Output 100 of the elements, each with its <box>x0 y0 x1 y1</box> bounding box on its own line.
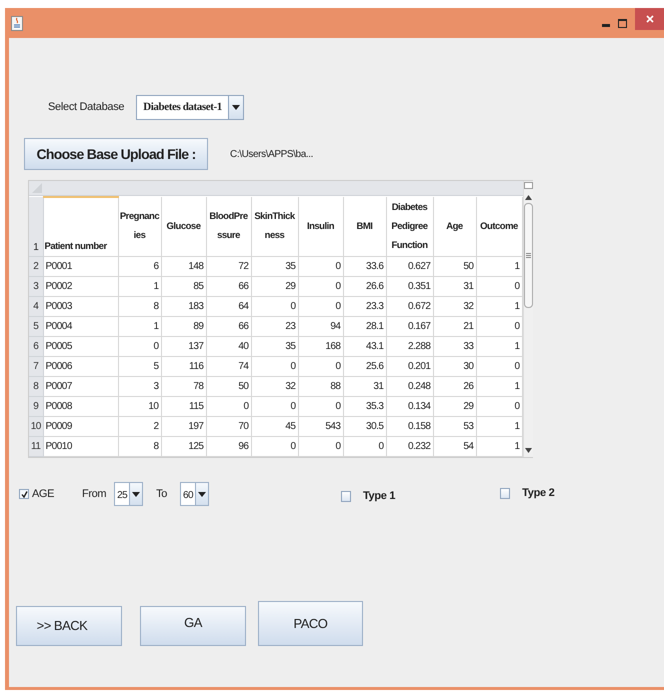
minimize-icon[interactable] <box>602 24 610 28</box>
row-number: 11 <box>29 436 43 456</box>
to-dropdown[interactable]: 60 <box>180 482 209 506</box>
column-header[interactable]: Patient number <box>43 196 118 256</box>
checkbox[interactable] <box>500 488 510 498</box>
table-cell: 0.201 <box>386 356 433 376</box>
dropdown-arrow-icon <box>198 492 206 496</box>
table-cell: 0 <box>251 356 298 376</box>
row-number: 9 <box>29 396 43 416</box>
table-cell: 0.134 <box>386 396 433 416</box>
table-cell: 53 <box>433 416 476 436</box>
column-header[interactable]: SkinThickness <box>251 196 298 256</box>
table-cell: 0 <box>343 436 386 456</box>
table-cell: 125 <box>161 436 206 456</box>
column-header[interactable]: Glucose <box>161 196 206 256</box>
dropdown-arrow-icon <box>232 105 240 110</box>
table-cell: 183 <box>161 296 206 316</box>
type-label: Type 2 <box>522 486 554 501</box>
table-cell: 0.248 <box>386 376 433 396</box>
grip-icon <box>526 253 530 258</box>
table-cell: P0004 <box>43 316 118 336</box>
table-cell: 31 <box>343 376 386 396</box>
database-dropdown[interactable]: Diabetes dataset-1 <box>136 95 244 120</box>
table-cell: 78 <box>161 376 206 396</box>
table-cell: 85 <box>161 276 206 296</box>
close-icon[interactable] <box>646 15 654 23</box>
table-cell: 23.3 <box>343 296 386 316</box>
column-header[interactable]: Outcome <box>476 196 522 256</box>
table-cell: 33.6 <box>343 256 386 276</box>
button[interactable]: PACO <box>258 601 363 646</box>
table-cell: 0 <box>298 396 343 416</box>
table-cell: 168 <box>298 336 343 356</box>
table-cell: P0009 <box>43 416 118 436</box>
table-cell: 35 <box>251 336 298 356</box>
table-cell: 64 <box>206 296 251 316</box>
column-header[interactable]: Insulin <box>298 196 343 256</box>
file-path-label: C:\Users\APPS\ba... <box>230 148 313 162</box>
table-cell: 0 <box>476 316 522 336</box>
table-cell: P0010 <box>43 436 118 456</box>
table-cell: 96 <box>206 436 251 456</box>
row-number: 2 <box>29 256 43 276</box>
table-cell: 8 <box>118 436 161 456</box>
table-cell: 30.5 <box>343 416 386 436</box>
table-cell: 25.6 <box>343 356 386 376</box>
table-cell: 33 <box>433 336 476 356</box>
select-database-label: Select Database <box>48 100 124 116</box>
scroll-down-icon[interactable] <box>524 448 532 453</box>
table-cell: 74 <box>206 356 251 376</box>
table-cell: P0002 <box>43 276 118 296</box>
table-cell: P0006 <box>43 356 118 376</box>
table-cell: 3 <box>118 376 161 396</box>
close-button[interactable] <box>635 8 664 30</box>
scroll-up-icon[interactable] <box>524 195 532 200</box>
table-cell: 50 <box>433 256 476 276</box>
age-checkbox[interactable] <box>19 489 29 499</box>
table-cell: 148 <box>161 256 206 276</box>
table-cell: 66 <box>206 316 251 336</box>
row-number: 3 <box>29 276 43 296</box>
scroll-thumb[interactable] <box>524 203 532 308</box>
table-cell: 1 <box>476 296 522 316</box>
button[interactable]: GA <box>140 606 246 646</box>
column-header[interactable]: BloodPressure <box>206 196 251 256</box>
row-number: 10 <box>29 416 43 436</box>
table-cell: 0 <box>476 356 522 376</box>
table-cell: 94 <box>298 316 343 336</box>
checkbox[interactable] <box>340 490 351 502</box>
table-cell: 31 <box>433 276 476 296</box>
column-header[interactable]: BMI <box>343 196 386 256</box>
column-header[interactable]: Diabetes Pedigree Function <box>386 196 433 256</box>
table-cell: P0001 <box>43 256 118 276</box>
table-cell: 0 <box>251 396 298 416</box>
table-cell: P0005 <box>43 336 118 356</box>
dropdown-arrow-icon <box>132 492 140 496</box>
column-header[interactable]: Age <box>433 196 476 256</box>
table-cell: 43.1 <box>343 336 386 356</box>
table-cell: 35.3 <box>343 396 386 416</box>
table-cell: 35 <box>251 256 298 276</box>
column-header[interactable]: Pregnancies <box>118 196 161 256</box>
table-cell: 0 <box>476 396 522 416</box>
choose-file-button[interactable]: Choose Base Upload File : <box>24 138 208 170</box>
table-cell: 116 <box>161 356 206 376</box>
table-cell: 10 <box>118 396 161 416</box>
from-dropdown[interactable]: 25 <box>114 482 144 506</box>
table-cell: 0.627 <box>386 256 433 276</box>
table-cell: 0 <box>298 296 343 316</box>
maximize-icon[interactable] <box>618 18 627 28</box>
table-cell: 8 <box>118 296 161 316</box>
table-cell: 2 <box>118 416 161 436</box>
to-label: To <box>156 486 167 502</box>
table-cell: 1 <box>476 336 522 356</box>
table-cell: 1 <box>476 436 522 456</box>
table-cell: 28.1 <box>343 316 386 336</box>
table-cell: 72 <box>206 256 251 276</box>
table-cell: 137 <box>161 336 206 356</box>
type-label: Type 1 <box>362 488 396 504</box>
table-cell: 89 <box>161 316 206 336</box>
table-cell: 1 <box>476 256 522 276</box>
vertical-scrollbar[interactable] <box>522 181 532 457</box>
table-cell: 70 <box>206 416 251 436</box>
button[interactable]: >> BACK <box>16 606 122 646</box>
